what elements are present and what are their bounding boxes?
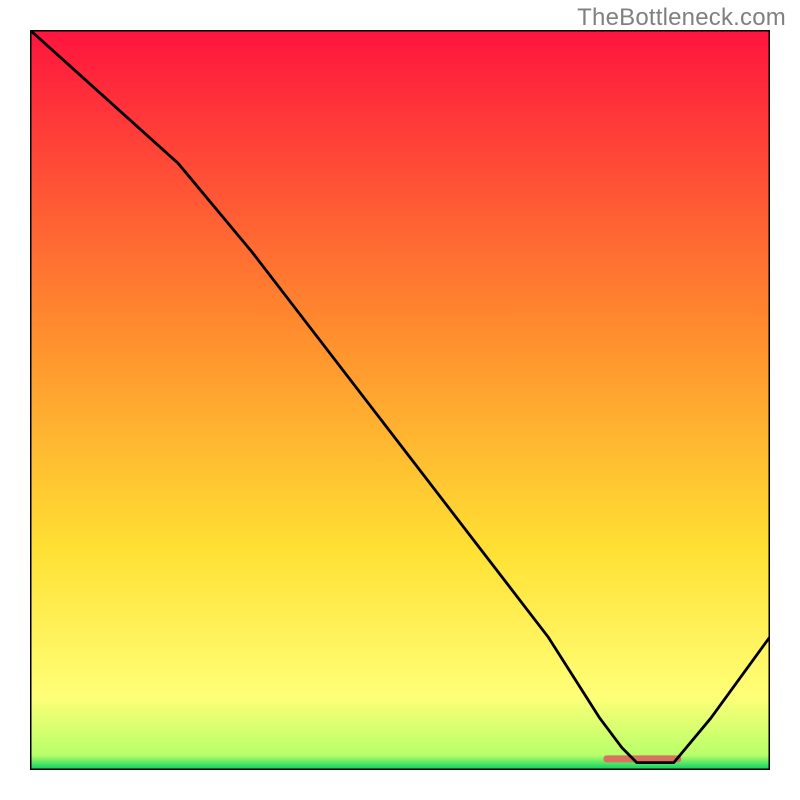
watermark-text: TheBottleneck.com <box>577 4 786 32</box>
plot-area <box>30 30 770 770</box>
gradient-background <box>30 30 770 770</box>
chart-svg <box>30 30 770 770</box>
chart-container: TheBottleneck.com <box>0 0 800 800</box>
